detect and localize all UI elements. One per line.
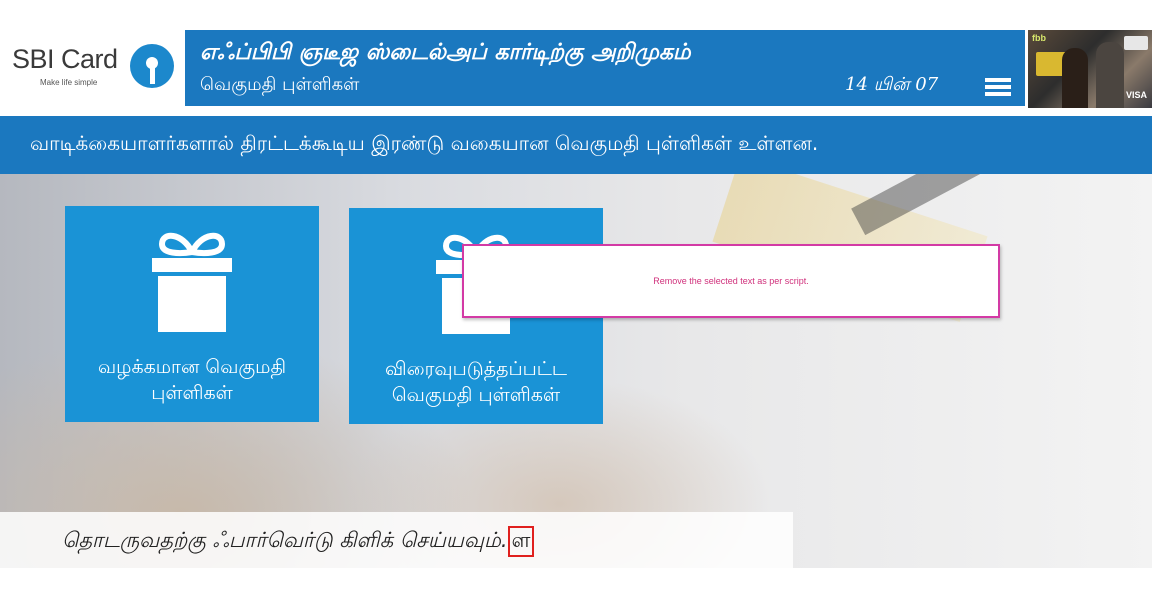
hamburger-icon[interactable]	[985, 78, 1011, 96]
person-image	[1062, 48, 1088, 108]
title-bar: எஃப்பிபி ஞடீஜ ஸ்டைல்அப் கார்டிற்கு அறிமு…	[185, 30, 1025, 106]
subtitle-bar: வாடிக்கையாளர்களால் திரட்டக்கூடிய இரண்டு …	[0, 116, 1152, 174]
regular-reward-points-tile[interactable]: வழக்கமான வெகுமதி புள்ளிகள்	[65, 206, 319, 422]
person-image	[1096, 42, 1124, 108]
tile-label: விரைவுபடுத்தப்பட்ட வெகுமதி புள்ளிகள்	[385, 358, 567, 406]
card-image	[1124, 36, 1148, 50]
highlighted-character[interactable]: ள	[507, 526, 535, 557]
gift-icon	[152, 232, 232, 332]
page-counter: 14 யின் 07	[845, 74, 939, 95]
tile-label: வழக்கமான வெகுமதி புள்ளிகள்	[97, 356, 287, 404]
script-note-popup[interactable]: Remove the selected text as per script.	[462, 244, 1000, 318]
footer-instruction: தொடருவதற்கு ஃபார்வெர்டு கிளிக் செய்யவும்…	[62, 526, 535, 557]
footer-instruction-text: தொடருவதற்கு ஃபார்வெர்டு கிளிக் செய்யவும்…	[62, 528, 508, 552]
subtitle-text: வாடிக்கையாளர்களால் திரட்டக்கூடிய இரண்டு …	[30, 131, 819, 155]
footer-strip: தொடருவதற்கு ஃபார்வெர்டு கிளிக் செய்யவும்…	[0, 512, 793, 568]
logo-mark-icon	[130, 44, 174, 88]
popup-message: Remove the selected text as per script.	[653, 276, 809, 286]
logo-tagline: Make life simple	[40, 78, 98, 87]
promo-thumbnail: fbb VISA	[1028, 30, 1152, 108]
course-title: எஃப்பிபி ஞடீஜ ஸ்டைல்அப் கார்டிற்கு அறிமு…	[200, 40, 691, 65]
logo-text: SBI Card	[12, 44, 118, 74]
section-title: வெகுமதி புள்ளிகள்	[200, 74, 360, 95]
sbi-card-logo: SBI Card Make life simple	[0, 30, 185, 106]
visa-label: VISA	[1126, 90, 1148, 100]
fbb-brand-label: fbb	[1032, 33, 1046, 43]
